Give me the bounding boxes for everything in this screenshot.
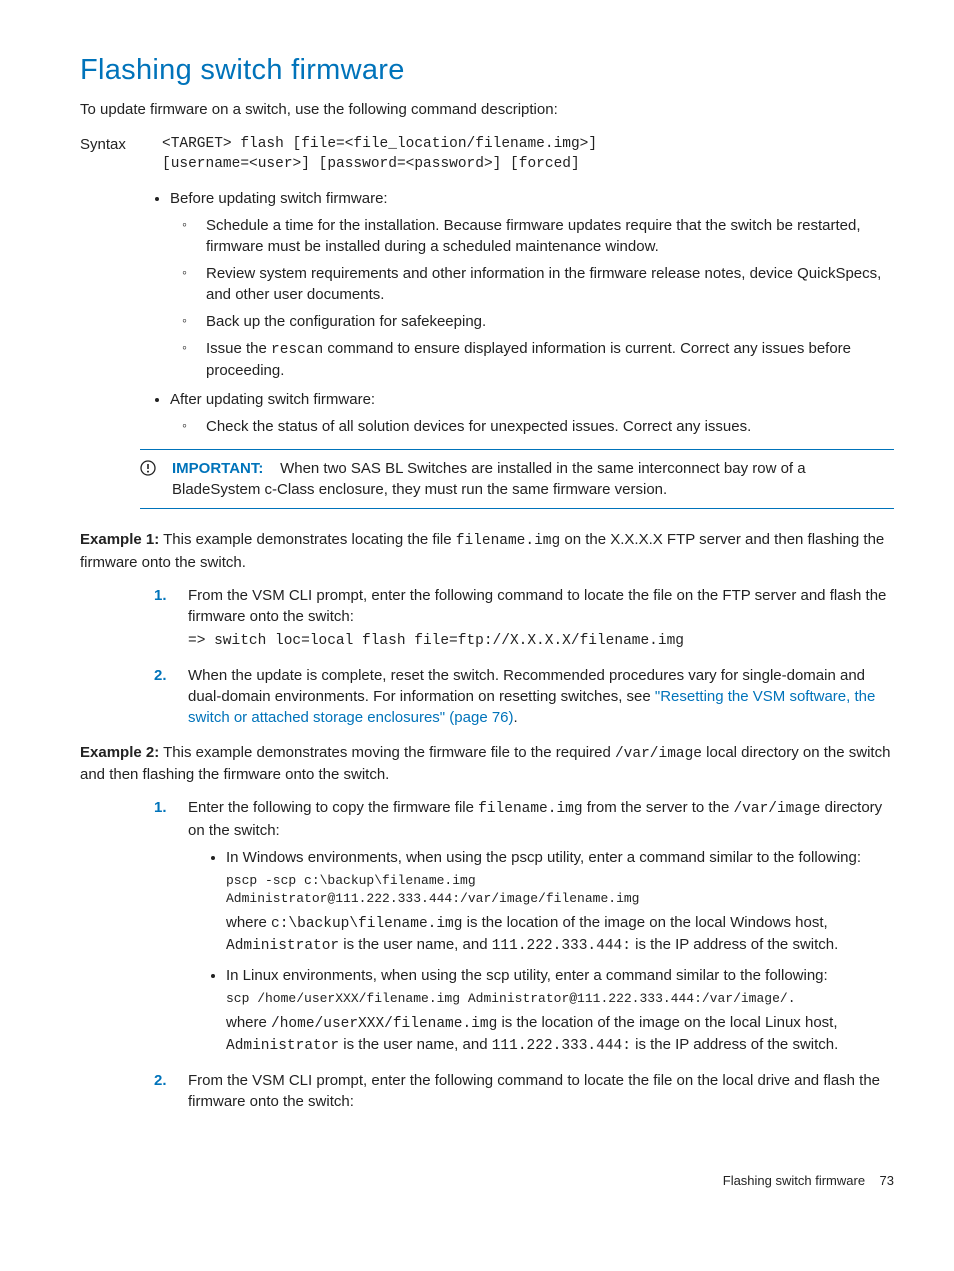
important-text: When two SAS BL Switches are installed i… xyxy=(172,460,806,498)
text: . xyxy=(514,709,518,726)
code-block: pscp -scp c:\backup\filename.img Adminis… xyxy=(226,872,894,908)
env-list: In Windows environments, when using the … xyxy=(208,847,894,1057)
env-intro: In Windows environments, when using the … xyxy=(226,847,894,868)
footer-title: Flashing switch firmware xyxy=(723,1173,865,1188)
example-title: Example 1: xyxy=(80,531,159,548)
text: where xyxy=(226,914,271,931)
list-item-label: After updating switch firmware: xyxy=(170,391,375,408)
text: is the user name, and xyxy=(339,936,492,953)
text: This example demonstrates locating the f… xyxy=(159,531,456,548)
text: is the IP address of the switch. xyxy=(631,936,838,953)
code-block: scp /home/userXXX/filename.img Administr… xyxy=(226,990,894,1008)
page-heading: Flashing switch firmware xyxy=(80,50,894,91)
step-text: From the VSM CLI prompt, enter the follo… xyxy=(188,1072,880,1110)
list-item: In Windows environments, when using the … xyxy=(226,847,894,957)
inner-list: Schedule a time for the installation. Be… xyxy=(180,215,894,381)
list-item: Enter the following to copy the firmware… xyxy=(152,797,894,1056)
important-icon xyxy=(140,458,172,500)
code-inline: /var/image xyxy=(615,746,702,762)
important-admonition: IMPORTANT: When two SAS BL Switches are … xyxy=(140,449,894,509)
code-block: => switch loc=local flash file=ftp://X.X… xyxy=(188,631,894,651)
list-item-label: Before updating switch firmware: xyxy=(170,190,388,207)
env-intro: In Linux environments, when using the sc… xyxy=(226,965,894,986)
syntax-body: <TARGET> flash [file=<file_location/file… xyxy=(162,134,894,175)
intro-paragraph: To update firmware on a switch, use the … xyxy=(80,99,894,120)
outer-list: Before updating switch firmware: Schedul… xyxy=(152,188,894,437)
list-item: In Linux environments, when using the sc… xyxy=(226,965,894,1057)
code-inline: /home/userXXX/filename.img xyxy=(271,1016,497,1032)
inner-list: Check the status of all solution devices… xyxy=(180,416,894,437)
step-text: From the VSM CLI prompt, enter the follo… xyxy=(188,585,894,627)
text: is the IP address of the switch. xyxy=(631,1036,838,1053)
code-inline: 111.222.333.444: xyxy=(492,938,631,954)
code-inline: Administrator xyxy=(226,938,339,954)
syntax-line: [username=<user>] [password=<password>] … xyxy=(162,154,894,174)
text: Issue the xyxy=(206,340,271,357)
list-item: After updating switch firmware: Check th… xyxy=(170,389,894,437)
text: is the user name, and xyxy=(339,1036,492,1053)
list-item: Before updating switch firmware: Schedul… xyxy=(170,188,894,381)
syntax-line: <TARGET> flash [file=<file_location/file… xyxy=(162,134,894,154)
text: where xyxy=(226,1014,271,1031)
page-number: 73 xyxy=(880,1173,894,1188)
code-inline: filename.img xyxy=(456,533,560,549)
code-inline: 111.222.333.444: xyxy=(492,1038,631,1054)
list-item: Issue the rescan command to ensure displ… xyxy=(180,338,894,381)
list-item: Check the status of all solution devices… xyxy=(180,416,894,437)
code-inline: /var/image xyxy=(733,801,820,817)
text: This example demonstrates moving the fir… xyxy=(159,744,615,761)
example2-steps: Enter the following to copy the firmware… xyxy=(152,797,894,1112)
list-item: From the VSM CLI prompt, enter the follo… xyxy=(152,1070,894,1112)
page-footer: Flashing switch firmware 73 xyxy=(80,1172,894,1190)
syntax-label: Syntax xyxy=(80,134,162,175)
list-item: From the VSM CLI prompt, enter the follo… xyxy=(152,585,894,651)
important-label: IMPORTANT: xyxy=(172,460,263,477)
code-inline: filename.img xyxy=(478,801,582,817)
list-item: Review system requirements and other inf… xyxy=(180,263,894,305)
list-item: Schedule a time for the installation. Be… xyxy=(180,215,894,257)
example-title: Example 2: xyxy=(80,744,159,761)
example2-intro: Example 2: This example demonstrates mov… xyxy=(80,742,894,785)
code-inline: Administrator xyxy=(226,1038,339,1054)
text: from the server to the xyxy=(583,799,734,816)
code-inline: rescan xyxy=(271,342,323,358)
syntax-block: Syntax <TARGET> flash [file=<file_locati… xyxy=(80,134,894,175)
list-item: When the update is complete, reset the s… xyxy=(152,665,894,728)
example1-intro: Example 1: This example demonstrates loc… xyxy=(80,529,894,572)
text: is the location of the image on the loca… xyxy=(462,914,827,931)
text: is the location of the image on the loca… xyxy=(497,1014,837,1031)
example1-steps: From the VSM CLI prompt, enter the follo… xyxy=(152,585,894,728)
code-inline: c:\backup\filename.img xyxy=(271,916,462,932)
list-item: Back up the configuration for safekeepin… xyxy=(180,311,894,332)
text: Enter the following to copy the firmware… xyxy=(188,799,478,816)
